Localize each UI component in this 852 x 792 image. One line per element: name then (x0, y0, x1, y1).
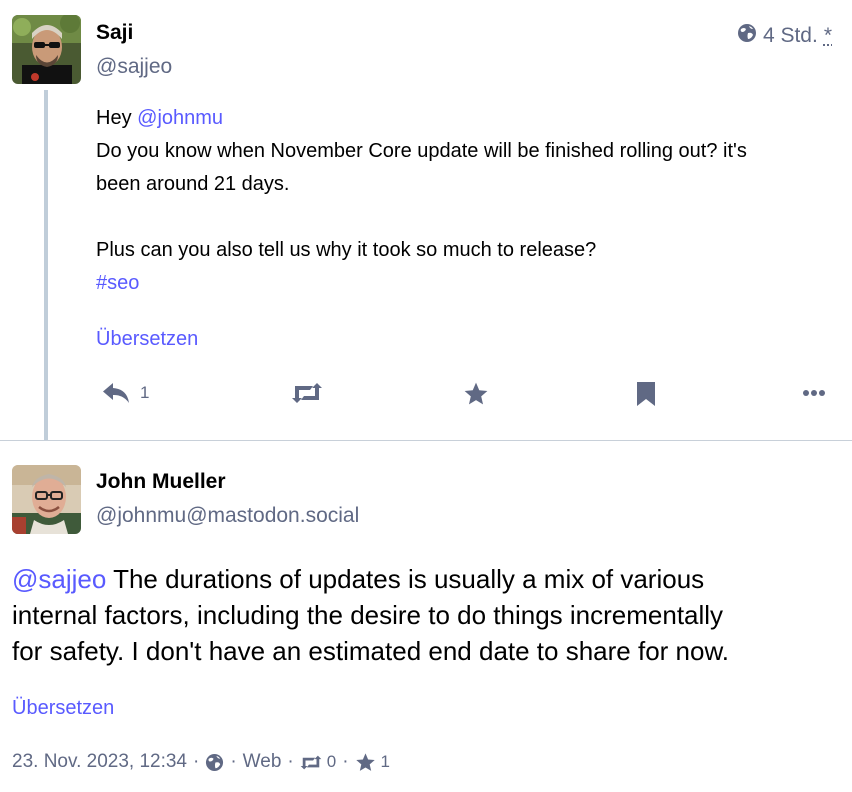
content-line: internal factors, including the desire t… (12, 600, 724, 630)
reply-icon (102, 381, 130, 405)
account-handle[interactable]: @sajjeo (96, 55, 172, 79)
favourite-count[interactable]: 1 (381, 752, 390, 772)
separator: · (193, 751, 200, 772)
separator: · (342, 751, 349, 772)
globe-icon (737, 23, 757, 49)
reply-button[interactable]: 1 (102, 381, 149, 405)
content-line: Do you know when November Core update wi… (96, 140, 747, 162)
reply-count: 1 (140, 383, 150, 402)
mention-link[interactable]: @sajjeo (12, 564, 106, 594)
boost-button[interactable] (291, 381, 323, 405)
boost-count[interactable]: 0 (327, 752, 336, 772)
status-timestamp[interactable]: 4 Std. * (737, 23, 832, 49)
hashtag-link[interactable]: #seo (96, 272, 139, 294)
boost-icon[interactable] (300, 754, 322, 771)
status-datetime[interactable]: 23. Nov. 2023, 12:34 (12, 751, 187, 773)
account-handle[interactable]: @johnmu@mastodon.social (96, 504, 359, 528)
star-icon (463, 381, 489, 407)
action-bar: 1 (96, 381, 836, 415)
avatar-saji[interactable] (12, 15, 81, 84)
globe-icon (205, 753, 224, 772)
content-line: Plus can you also tell us why it took so… (96, 239, 597, 261)
status-content: Hey @johnmu Do you know when November Co… (96, 102, 836, 300)
avatar-john-mueller[interactable] (12, 465, 81, 534)
relative-time-text: 4 Std. (762, 24, 818, 47)
translate-button[interactable]: Übersetzen (12, 697, 114, 720)
status-content: @sajjeo The durations of updates is usua… (12, 561, 842, 669)
content-text: The durations of updates is usually a mi… (106, 564, 705, 594)
content-line: @sajjeo The durations of updates is usua… (12, 561, 842, 597)
display-name[interactable]: John Mueller (96, 470, 226, 494)
bookmark-button[interactable] (636, 381, 656, 407)
application-name[interactable]: Web (243, 751, 282, 773)
star-icon[interactable] (355, 752, 376, 773)
more-button[interactable] (802, 381, 826, 405)
favourite-button[interactable] (463, 381, 489, 407)
status-meta: 23. Nov. 2023, 12:34 · · Web · 0 · 1 (12, 751, 390, 773)
content-line: been around 21 days. (96, 173, 290, 195)
greeting-text: Hey (96, 107, 132, 129)
translate-button[interactable]: Übersetzen (96, 328, 198, 351)
parent-status: Saji @sajjeo 4 Std. * Hey @johnmu Do you… (0, 0, 852, 440)
display-name[interactable]: Saji (96, 21, 133, 45)
boost-icon (291, 381, 323, 405)
greeting-line: Hey @johnmu (96, 102, 836, 135)
separator: · (287, 751, 294, 772)
ellipsis-icon (802, 381, 826, 405)
status-divider (0, 440, 852, 441)
content-line: for safety. I don't have an estimated en… (12, 636, 730, 666)
bookmark-icon (636, 381, 656, 407)
thread-line (44, 90, 48, 440)
mention-link[interactable]: @johnmu (137, 107, 223, 129)
edited-marker[interactable]: * (824, 24, 832, 48)
separator: · (230, 751, 237, 772)
